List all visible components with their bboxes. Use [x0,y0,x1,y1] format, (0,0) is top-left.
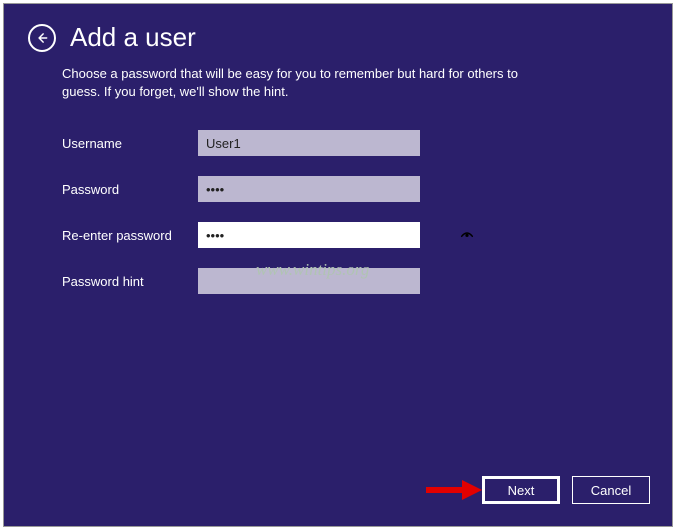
page-subtitle: Choose a password that will be easy for … [4,53,564,100]
annotation-arrow-icon [424,478,484,502]
page-title: Add a user [70,22,196,53]
password-hint-input[interactable] [198,268,420,294]
label-reenter-password: Re-enter password [62,228,198,243]
label-username: Username [62,136,198,151]
reveal-password-button[interactable] [456,222,478,248]
next-button[interactable]: Next [482,476,560,504]
reenter-password-input[interactable] [198,222,420,248]
row-username: Username [62,130,632,156]
row-reenter-password: Re-enter password [62,222,632,248]
header: Add a user [4,4,672,53]
eye-icon [459,227,475,243]
row-password-hint: Password hint [62,268,632,294]
footer-buttons: Next Cancel [482,476,650,504]
cancel-button[interactable]: Cancel [572,476,650,504]
label-password-hint: Password hint [62,274,198,289]
dialog-frame: Add a user Choose a password that will b… [3,3,673,527]
back-arrow-icon [35,31,49,45]
add-user-form: Username Password Re-enter password Pass… [4,100,672,294]
row-password: Password [62,176,632,202]
password-input[interactable] [198,176,420,202]
label-password: Password [62,182,198,197]
username-input[interactable] [198,130,420,156]
back-button[interactable] [28,24,56,52]
